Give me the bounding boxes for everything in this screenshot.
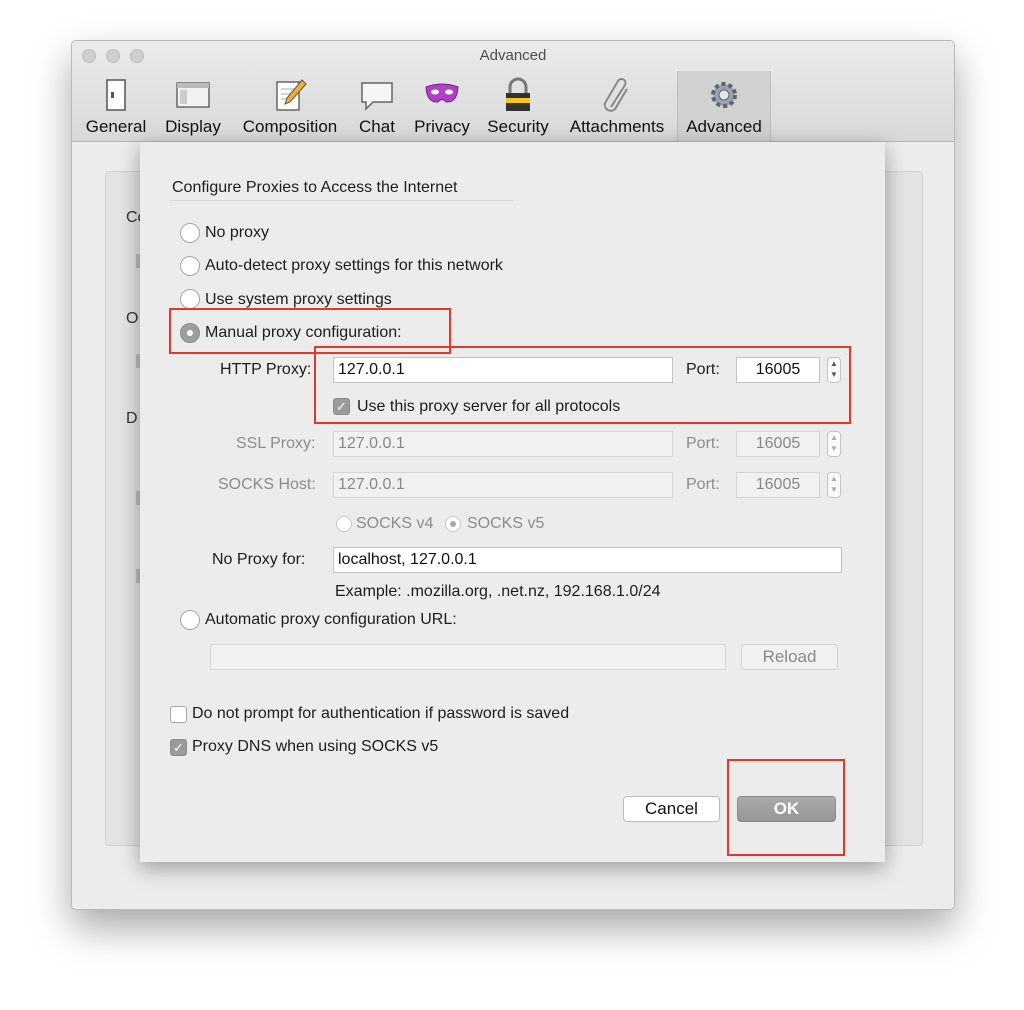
- socks-host-input[interactable]: 127.0.0.1: [333, 472, 673, 498]
- auto-config-url-label: Automatic proxy configuration URL:: [205, 611, 457, 628]
- socks-v5-label: SOCKS v5: [467, 515, 545, 532]
- tab-privacy-label: Privacy: [414, 117, 470, 136]
- tab-attachments[interactable]: Attachments: [560, 71, 674, 141]
- socks-v4-radio[interactable]: [336, 516, 352, 532]
- annotation-box-ok: [727, 759, 845, 856]
- tab-security[interactable]: Security: [480, 71, 556, 141]
- tab-display[interactable]: Display: [156, 71, 230, 141]
- dialog-heading: Configure Proxies to Access the Internet: [172, 179, 458, 196]
- no-proxy-for-input[interactable]: localhost, 127.0.0.1: [333, 547, 842, 573]
- socks-port-stepper[interactable]: ▲ ▼: [827, 472, 841, 498]
- background-label: O: [126, 310, 139, 327]
- cancel-button[interactable]: Cancel: [623, 796, 720, 822]
- tab-chat-label: Chat: [359, 117, 395, 136]
- window-title: Advanced: [479, 47, 547, 64]
- tab-privacy[interactable]: Privacy: [406, 71, 478, 141]
- connection-settings-dialog: Configure Proxies to Access the Internet…: [140, 142, 885, 862]
- no-proxy-example: Example: .mozilla.org, .net.nz, 192.168.…: [335, 583, 661, 600]
- background-label: D: [126, 410, 138, 427]
- tab-security-label: Security: [487, 117, 549, 136]
- socks-port-label: Port:: [686, 476, 720, 493]
- tab-composition[interactable]: Composition: [234, 71, 346, 141]
- tab-composition-label: Composition: [242, 117, 338, 136]
- tab-advanced-label: Advanced: [686, 117, 762, 136]
- chat-icon: [361, 82, 393, 111]
- reload-button[interactable]: Reload: [741, 644, 838, 670]
- display-icon: [176, 82, 210, 108]
- tab-advanced[interactable]: Advanced: [677, 71, 771, 141]
- socks-host-label: SOCKS Host:: [218, 476, 316, 493]
- socks-v4-label: SOCKS v4: [356, 515, 434, 532]
- no-auth-prompt-checkbox[interactable]: [170, 706, 187, 723]
- advanced-icon: [711, 82, 737, 108]
- annotation-box-http: [314, 346, 851, 424]
- general-icon: [106, 79, 126, 111]
- tab-attachments-label: Attachments: [569, 117, 665, 136]
- socks-v5-radio[interactable]: [445, 516, 461, 532]
- no-auth-prompt-label: Do not prompt for authentication if pass…: [192, 705, 570, 722]
- tab-general[interactable]: General: [78, 71, 154, 141]
- titlebar: Advanced General Display Composition Cha…: [72, 41, 954, 142]
- tab-display-label: Display: [165, 117, 221, 136]
- tab-general-label: General: [85, 117, 147, 136]
- ssl-port-label: Port:: [686, 435, 720, 452]
- socks-port-input[interactable]: 16005: [736, 472, 820, 498]
- ssl-port-input[interactable]: 16005: [736, 431, 820, 457]
- system-proxy-label: Use system proxy settings: [205, 291, 392, 308]
- auto-detect-radio[interactable]: [180, 256, 200, 276]
- no-proxy-label: No proxy: [205, 224, 270, 241]
- auto-config-url-radio[interactable]: [180, 610, 200, 630]
- auto-detect-label: Auto-detect proxy settings for this netw…: [205, 257, 503, 274]
- composition-icon: [276, 79, 307, 111]
- proxy-dns-checkbox[interactable]: ✓: [170, 739, 187, 756]
- system-proxy-radio[interactable]: [180, 289, 200, 309]
- no-proxy-radio[interactable]: [180, 223, 200, 243]
- ssl-proxy-label: SSL Proxy:: [236, 435, 316, 452]
- heading-separator: [170, 200, 514, 201]
- tab-chat[interactable]: Chat: [350, 71, 404, 141]
- http-proxy-label: HTTP Proxy:: [220, 361, 312, 378]
- ssl-proxy-input[interactable]: 127.0.0.1: [333, 431, 673, 457]
- ssl-port-stepper[interactable]: ▲ ▼: [827, 431, 841, 457]
- attachments-icon: [603, 78, 628, 112]
- no-proxy-for-label: No Proxy for:: [212, 551, 306, 568]
- security-icon: [506, 77, 530, 111]
- proxy-dns-label: Proxy DNS when using SOCKS v5: [192, 738, 439, 755]
- auto-config-url-input[interactable]: [210, 644, 726, 670]
- privacy-icon: [425, 83, 459, 103]
